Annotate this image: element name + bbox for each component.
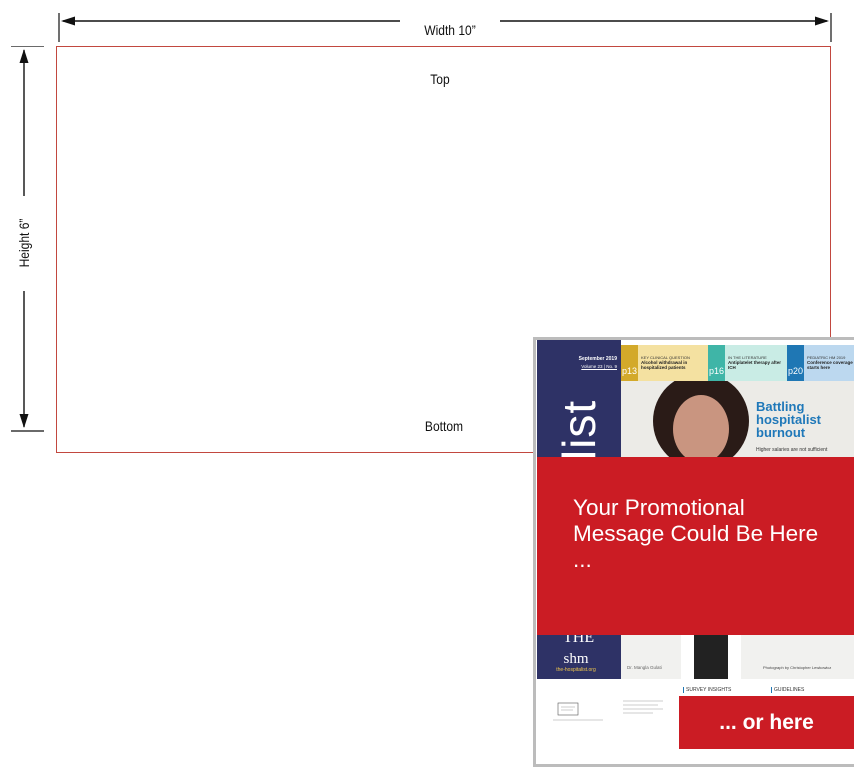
bottom-label: Bottom xyxy=(424,418,464,434)
website: the-hospitalist.org xyxy=(556,667,596,673)
tab-page: p20 xyxy=(788,366,804,376)
height-label: Height 6” xyxy=(16,218,32,268)
photo-credit: Photograph by Christopher Lewkowicz xyxy=(763,665,832,670)
cover-tab-2: p16 xyxy=(708,345,725,381)
photo-caption: Dr. Mangla Gulati xyxy=(627,665,662,670)
tab-title: Alcohol withdrawal in hospitalized patie… xyxy=(641,360,688,371)
top-label: Top xyxy=(430,71,450,87)
promo-badge: ... or here xyxy=(679,696,854,749)
tab-page: p16 xyxy=(709,366,725,376)
width-dimension: Width 10” xyxy=(55,13,835,43)
tab-title: Antiplatelet therapy after ICH xyxy=(728,360,782,371)
promo-banner: Your Promotional Message Could Be Here .… xyxy=(537,457,854,635)
issue-date: September 2019 xyxy=(578,356,617,362)
cover-tab-2-body: IN THE LITERATURE Antiplatelet therapy a… xyxy=(725,345,787,381)
cover-tab-3-body: PEDIATRIC HM 2019 Conference coverage st… xyxy=(804,345,854,381)
width-label: Width 10” xyxy=(424,22,476,38)
cover-tab-3: p20 xyxy=(787,345,804,381)
tab-page: p13 xyxy=(622,366,638,376)
issue-volume: Volume 23 | No. 9 xyxy=(581,364,617,369)
promo-secondary: ... or here xyxy=(719,711,814,734)
height-dimension: Height 6” xyxy=(11,46,46,436)
tab-title: Conference coverage starts here xyxy=(807,360,853,371)
cover-tab-1: p13 xyxy=(621,345,638,381)
cover-headline: Battling hospitalist burnout xyxy=(756,399,822,440)
cover-bottom-tab-2: GUIDELINES xyxy=(771,687,804,693)
shm-logo: shm xyxy=(563,651,589,667)
cover-subhead: Higher salaries are not sufficient xyxy=(756,447,828,453)
promo-message: Your Promotional Message Could Be Here .… xyxy=(573,495,819,572)
cover-tab-1-body: KEY CLINICAL QUESTION Alcohol withdrawal… xyxy=(638,345,708,381)
cover-bottom-tab-1: SURVEY INSIGHTS xyxy=(683,687,731,693)
